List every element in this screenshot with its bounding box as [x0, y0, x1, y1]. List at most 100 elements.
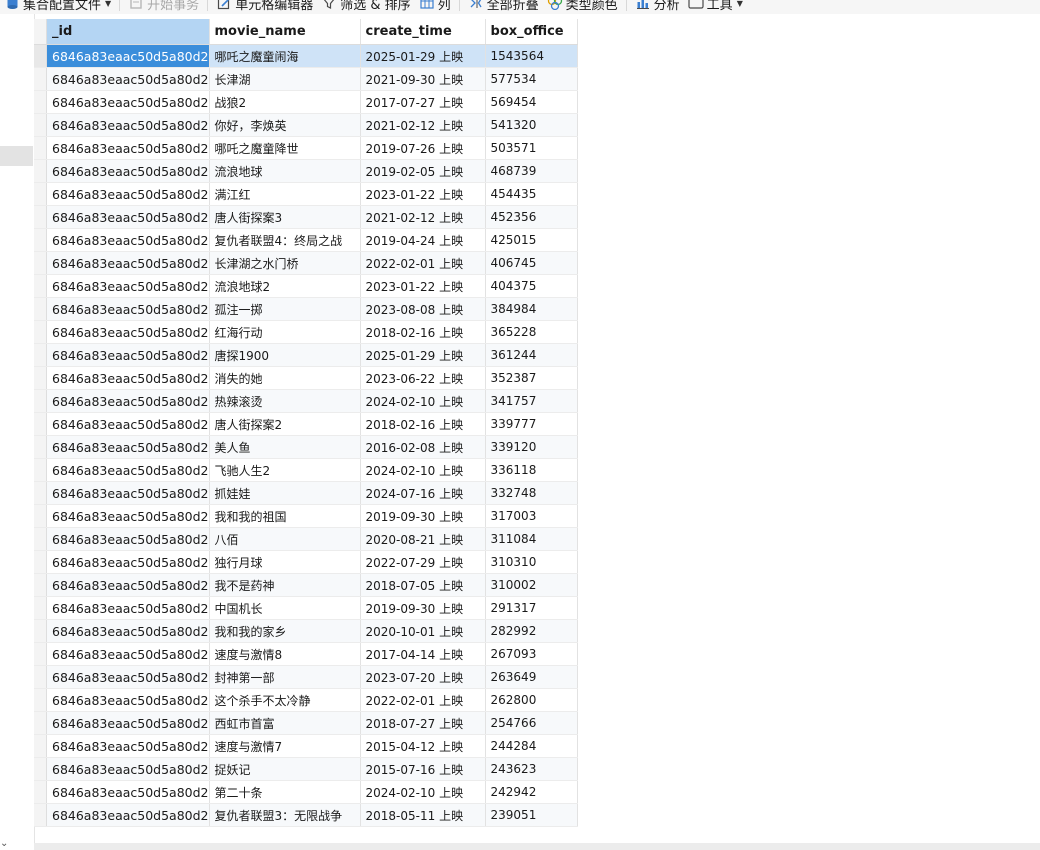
- cell-movie-name[interactable]: 长津湖: [209, 67, 361, 91]
- cell-id[interactable]: 6846a83eaac50d5a80d2: [46, 550, 210, 574]
- table-row[interactable]: 6846a83eaac50d5a80d2 我和我的祖国 2019-09-30 上映 3…: [34, 504, 578, 528]
- cell-box-office[interactable]: 569454: [485, 90, 578, 114]
- cell-box-office[interactable]: 425015: [485, 228, 578, 252]
- cell-box-office[interactable]: 339120: [485, 435, 578, 459]
- cell-id[interactable]: 6846a83eaac50d5a80d2: [46, 113, 210, 137]
- cell-id[interactable]: 6846a83eaac50d5a80d2: [46, 803, 210, 827]
- table-row[interactable]: 6846a83eaac50d5a80d2 热辣滚烫 2024-02-10 上映 341…: [34, 389, 578, 413]
- cell-create-time[interactable]: 2021-09-30 上映: [360, 67, 486, 91]
- table-row[interactable]: 6846a83eaac50d5a80d2 唐探1900 2025-01-29 上映 3…: [34, 343, 578, 367]
- cell-box-office[interactable]: 336118: [485, 458, 578, 482]
- cell-box-office[interactable]: 310002: [485, 573, 578, 597]
- cell-create-time[interactable]: 2018-02-16 上映: [360, 412, 486, 436]
- cell-id[interactable]: 6846a83eaac50d5a80d2: [46, 688, 210, 712]
- cell-create-time[interactable]: 2024-02-10 上映: [360, 458, 486, 482]
- type-colors-button[interactable]: 类型颜色: [543, 0, 622, 14]
- table-row[interactable]: 6846a83eaac50d5a80d2 西虹市首富 2018-07-27 上映 25…: [34, 711, 578, 735]
- table-row[interactable]: 6846a83eaac50d5a80d2 长津湖 2021-09-30 上映 5775…: [34, 67, 578, 91]
- cell-movie-name[interactable]: 中国机长: [209, 596, 361, 620]
- table-row[interactable]: 6846a83eaac50d5a80d2 八佰 2020-08-21 上映 31108…: [34, 527, 578, 551]
- cell-box-office[interactable]: 404375: [485, 274, 578, 298]
- cell-movie-name[interactable]: 捉妖记: [209, 757, 361, 781]
- cell-create-time[interactable]: 2020-08-21 上映: [360, 527, 486, 551]
- cell-create-time[interactable]: 2024-02-10 上映: [360, 780, 486, 804]
- row-header[interactable]: [34, 182, 47, 206]
- cell-create-time[interactable]: 2025-01-29 上映: [360, 44, 486, 68]
- table-row[interactable]: 6846a83eaac50d5a80d2 满江红 2023-01-22 上映 4544…: [34, 182, 578, 206]
- cell-box-office[interactable]: 291317: [485, 596, 578, 620]
- cell-box-office[interactable]: 541320: [485, 113, 578, 137]
- cell-create-time[interactable]: 2018-07-27 上映: [360, 711, 486, 735]
- columns-button[interactable]: 列: [415, 0, 455, 14]
- cell-movie-name[interactable]: 哪吒之魔童闹海: [209, 44, 361, 68]
- row-header[interactable]: [34, 90, 47, 114]
- row-header[interactable]: [34, 527, 47, 551]
- table-row[interactable]: 6846a83eaac50d5a80d2 红海行动 2018-02-16 上映 365…: [34, 320, 578, 344]
- cell-movie-name[interactable]: 你好，李焕英: [209, 113, 361, 137]
- cell-box-office[interactable]: 282992: [485, 619, 578, 643]
- horizontal-scrollbar[interactable]: [34, 843, 1040, 850]
- cell-box-office[interactable]: 262800: [485, 688, 578, 712]
- cell-create-time[interactable]: 2020-10-01 上映: [360, 619, 486, 643]
- cell-movie-name[interactable]: 唐探1900: [209, 343, 361, 367]
- cell-id[interactable]: 6846a83eaac50d5a80d2: [46, 182, 210, 206]
- row-header[interactable]: [34, 711, 47, 735]
- cell-box-office[interactable]: 468739: [485, 159, 578, 183]
- table-row[interactable]: 6846a83eaac50d5a80d2 飞驰人生2 2024-02-10 上映 33…: [34, 458, 578, 482]
- cell-id[interactable]: 6846a83eaac50d5a80d2: [46, 366, 210, 390]
- row-header[interactable]: [34, 320, 47, 344]
- cell-id[interactable]: 6846a83eaac50d5a80d2: [46, 665, 210, 689]
- row-header[interactable]: [34, 458, 47, 482]
- row-header[interactable]: [34, 780, 47, 804]
- table-row[interactable]: 6846a83eaac50d5a80d2 哪吒之魔童降世 2019-07-26 上映…: [34, 136, 578, 160]
- table-row[interactable]: 6846a83eaac50d5a80d2 复仇者联盟3：无限战争 2018-05-1…: [34, 803, 578, 827]
- table-row[interactable]: 6846a83eaac50d5a80d2 孤注一掷 2023-08-08 上映 384…: [34, 297, 578, 321]
- analyze-button[interactable]: 分析: [631, 0, 684, 14]
- cell-movie-name[interactable]: 流浪地球2: [209, 274, 361, 298]
- table-row[interactable]: 6846a83eaac50d5a80d2 哪吒之魔童闹海 2025-01-29 上映…: [34, 44, 578, 68]
- cell-create-time[interactable]: 2019-09-30 上映: [360, 504, 486, 528]
- cell-movie-name[interactable]: 复仇者联盟3：无限战争: [209, 803, 361, 827]
- cell-box-office[interactable]: 239051: [485, 803, 578, 827]
- cell-id[interactable]: 6846a83eaac50d5a80d2: [46, 159, 210, 183]
- cell-movie-name[interactable]: 唐人街探案2: [209, 412, 361, 436]
- collection-profile-button[interactable]: 集合配置文件 ▼: [0, 0, 115, 14]
- cell-id[interactable]: 6846a83eaac50d5a80d2: [46, 596, 210, 620]
- cell-box-office[interactable]: 503571: [485, 136, 578, 160]
- row-header[interactable]: [34, 573, 47, 597]
- cell-movie-name[interactable]: 红海行动: [209, 320, 361, 344]
- filter-sort-button[interactable]: 筛选 & 排序: [317, 0, 414, 14]
- cell-box-office[interactable]: 352387: [485, 366, 578, 390]
- cell-create-time[interactable]: 2024-02-10 上映: [360, 389, 486, 413]
- cell-create-time[interactable]: 2023-07-20 上映: [360, 665, 486, 689]
- cell-id[interactable]: 6846a83eaac50d5a80d2: [46, 136, 210, 160]
- cell-box-office[interactable]: 317003: [485, 504, 578, 528]
- row-header[interactable]: [34, 688, 47, 712]
- cell-create-time[interactable]: 2022-02-01 上映: [360, 251, 486, 275]
- cell-create-time[interactable]: 2021-02-12 上映: [360, 113, 486, 137]
- table-row[interactable]: 6846a83eaac50d5a80d2 唐人街探案2 2018-02-16 上映 3…: [34, 412, 578, 436]
- column-header-create-time[interactable]: create_time: [360, 19, 486, 45]
- cell-id[interactable]: 6846a83eaac50d5a80d2: [46, 619, 210, 643]
- left-panel-selected-item[interactable]: [0, 146, 33, 166]
- table-row[interactable]: 6846a83eaac50d5a80d2 消失的她 2023-06-22 上映 352…: [34, 366, 578, 390]
- table-row[interactable]: 6846a83eaac50d5a80d2 唐人街探案3 2021-02-12 上映 4…: [34, 205, 578, 229]
- cell-create-time[interactable]: 2019-09-30 上映: [360, 596, 486, 620]
- cell-id[interactable]: 6846a83eaac50d5a80d2: [46, 481, 210, 505]
- cell-box-office[interactable]: 243623: [485, 757, 578, 781]
- cell-movie-name[interactable]: 封神第一部: [209, 665, 361, 689]
- cell-create-time[interactable]: 2023-06-22 上映: [360, 366, 486, 390]
- row-header[interactable]: [34, 389, 47, 413]
- collapse-all-button[interactable]: 全部折叠: [464, 0, 543, 14]
- cell-create-time[interactable]: 2016-02-08 上映: [360, 435, 486, 459]
- table-row[interactable]: 6846a83eaac50d5a80d2 捉妖记 2015-07-16 上映 2436…: [34, 757, 578, 781]
- row-header[interactable]: [34, 251, 47, 275]
- cell-id[interactable]: 6846a83eaac50d5a80d2: [46, 573, 210, 597]
- table-row[interactable]: 6846a83eaac50d5a80d2 流浪地球2 2023-01-22 上映 40…: [34, 274, 578, 298]
- cell-movie-name[interactable]: 第二十条: [209, 780, 361, 804]
- cell-id[interactable]: 6846a83eaac50d5a80d2: [46, 297, 210, 321]
- row-header[interactable]: [34, 343, 47, 367]
- cell-create-time[interactable]: 2019-02-05 上映: [360, 159, 486, 183]
- cell-movie-name[interactable]: 唐人街探案3: [209, 205, 361, 229]
- row-header[interactable]: [34, 228, 47, 252]
